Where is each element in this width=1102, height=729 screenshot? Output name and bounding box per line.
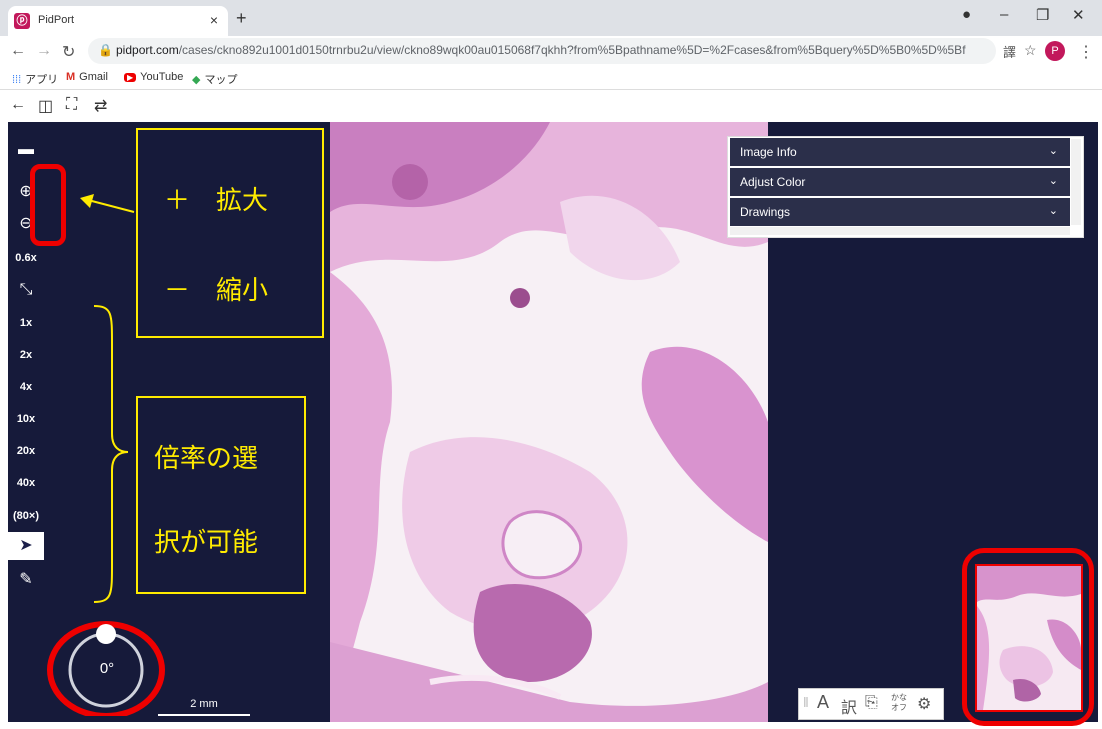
panel-adjust-color-label: Adjust Color <box>740 175 806 189</box>
panel-drawings[interactable]: Drawings ⌄ <box>730 198 1070 226</box>
bookmark-maps[interactable]: ◆ マップ <box>192 71 237 87</box>
magnification-2x[interactable]: 2x <box>8 341 44 369</box>
translate-icon[interactable]: 譯 <box>1003 42 1016 61</box>
magnification-20x[interactable]: 20x <box>8 437 44 465</box>
panel-image-info-label: Image Info <box>740 145 797 159</box>
minimize-window-icon[interactable]: – <box>1000 6 1008 23</box>
chevron-down-icon: ⌄ <box>1048 205 1058 217</box>
zoom-annotation-box: ＋ 拡大 － 縮小 <box>136 128 324 338</box>
drag-handle-icon[interactable]: ‖ <box>803 694 809 710</box>
swap-icon[interactable]: ⇄ <box>94 96 107 116</box>
magnification-80x[interactable]: (80×) <box>8 502 44 530</box>
youtube-icon: ▶ <box>124 73 137 82</box>
profile-dot-icon[interactable]: ● <box>962 6 971 23</box>
sidebar-toggle-icon[interactable]: ◫ <box>38 96 53 116</box>
settings-gear-icon[interactable]: ⚙ <box>917 694 931 714</box>
magnification-40x[interactable]: 40x <box>8 469 44 497</box>
tissue-slide-image[interactable] <box>330 122 768 722</box>
zoom-in-note: ＋ 拡大 <box>164 185 269 215</box>
zoom-level-readout: 0.6x <box>15 252 37 264</box>
magnification-note-line2: 択が可能 <box>154 527 259 557</box>
panel-image-info[interactable]: Image Info ⌄ <box>730 138 1070 166</box>
tissue-graphic <box>330 122 768 722</box>
text-size-icon[interactable]: A <box>817 692 829 713</box>
kana-toggle[interactable]: かな オフ <box>891 693 907 713</box>
zoom-buttons-highlight <box>30 164 66 246</box>
pidport-favicon: ⓟ <box>14 13 30 29</box>
fullscreen-icon[interactable]: ⛶ <box>66 96 77 114</box>
apps-grid-icon: ⁞⁞⁞ <box>12 74 22 86</box>
magnification-brace <box>93 305 129 603</box>
reader-icon[interactable]: ⎘ <box>865 694 878 712</box>
close-window-icon[interactable]: ✕ <box>1072 6 1085 24</box>
bookmark-apps[interactable]: ⁞⁞⁞ アプリ <box>12 71 58 87</box>
url-text: pidport.com/cases/ckno892u1001d0150trnrb… <box>116 43 966 57</box>
annotation-arrow <box>80 194 136 216</box>
restore-window-icon[interactable]: ❐ <box>1036 6 1049 24</box>
panel-adjust-color[interactable]: Adjust Color ⌄ <box>730 168 1070 196</box>
rotation-value: 0° <box>99 660 115 677</box>
panel-drawings-label: Drawings <box>740 205 791 219</box>
browser-tab-bar: ⓟ PidPort × + ● – ❐ ✕ <box>0 0 1102 36</box>
bookmarks-bar: ⁞⁞⁞ アプリ M Gmail ▶ YouTube ◆ マップ <box>0 66 1102 90</box>
bookmark-youtube[interactable]: ▶ YouTube <box>124 71 183 83</box>
scale-bar: 2 mm <box>158 698 250 716</box>
menu-dots-icon[interactable]: ⋮ <box>1078 42 1094 62</box>
panel-vertical-scrollbar[interactable] <box>1071 139 1081 225</box>
profile-avatar[interactable]: P <box>1045 41 1065 61</box>
lock-icon: 🔒 <box>98 43 113 57</box>
chevron-down-icon: ⌄ <box>1048 145 1058 157</box>
pointer-tool-icon[interactable]: ➤ <box>8 532 44 560</box>
minimap-highlight <box>962 548 1094 726</box>
scale-bar-line <box>158 714 250 716</box>
zoom-out-note: － 縮小 <box>164 275 269 305</box>
panel-horizontal-scrollbar[interactable] <box>730 227 1070 235</box>
viewer-topbar: ← ◫ ⛶ ⇄ <box>0 90 1102 122</box>
magnification-annotation-box: 倍率の選 択が可能 <box>136 396 306 594</box>
browser-tab[interactable]: ⓟ PidPort × <box>8 6 228 36</box>
magnification-1x[interactable]: 1x <box>8 309 44 337</box>
forward-arrow-icon[interactable]: → <box>36 42 52 60</box>
info-panels: Image Info ⌄ Adjust Color ⌄ Drawings ⌄ <box>727 136 1084 238</box>
bottom-toolbar: ‖ A 訳 ⎘ かな オフ ⚙ <box>798 688 944 720</box>
bookmark-gmail[interactable]: M Gmail <box>66 71 108 83</box>
star-bookmark-icon[interactable]: ☆ <box>1024 42 1037 59</box>
folder-icon[interactable]: ▬ <box>8 136 44 164</box>
magnification-4x[interactable]: 4x <box>8 373 44 401</box>
browser-toolbar: ← → ↻ 🔒 pidport.com/cases/ckno892u1001d0… <box>0 36 1102 66</box>
magnification-note-line1: 倍率の選 <box>154 443 259 473</box>
translate-tool-icon[interactable]: 訳 <box>841 694 857 718</box>
magnification-10x[interactable]: 10x <box>8 405 44 433</box>
reload-icon[interactable]: ↻ <box>62 42 75 62</box>
maps-icon: ◆ <box>192 74 201 86</box>
fit-to-screen-icon[interactable]: ⤡ <box>8 276 44 304</box>
back-icon[interactable]: ← <box>10 96 26 114</box>
scale-bar-label: 2 mm <box>190 698 218 710</box>
tab-close-button[interactable]: × <box>210 12 218 28</box>
pen-draw-icon[interactable]: ✎ <box>8 566 44 594</box>
rotation-handle[interactable] <box>96 624 116 644</box>
chevron-down-icon: ⌄ <box>1048 175 1058 187</box>
new-tab-button[interactable]: + <box>236 8 247 29</box>
address-bar[interactable]: 🔒 pidport.com/cases/ckno892u1001d0150trn… <box>88 38 996 64</box>
tab-title: PidPort <box>38 14 75 26</box>
back-arrow-icon[interactable]: ← <box>10 42 26 60</box>
gmail-icon: M <box>66 71 76 83</box>
